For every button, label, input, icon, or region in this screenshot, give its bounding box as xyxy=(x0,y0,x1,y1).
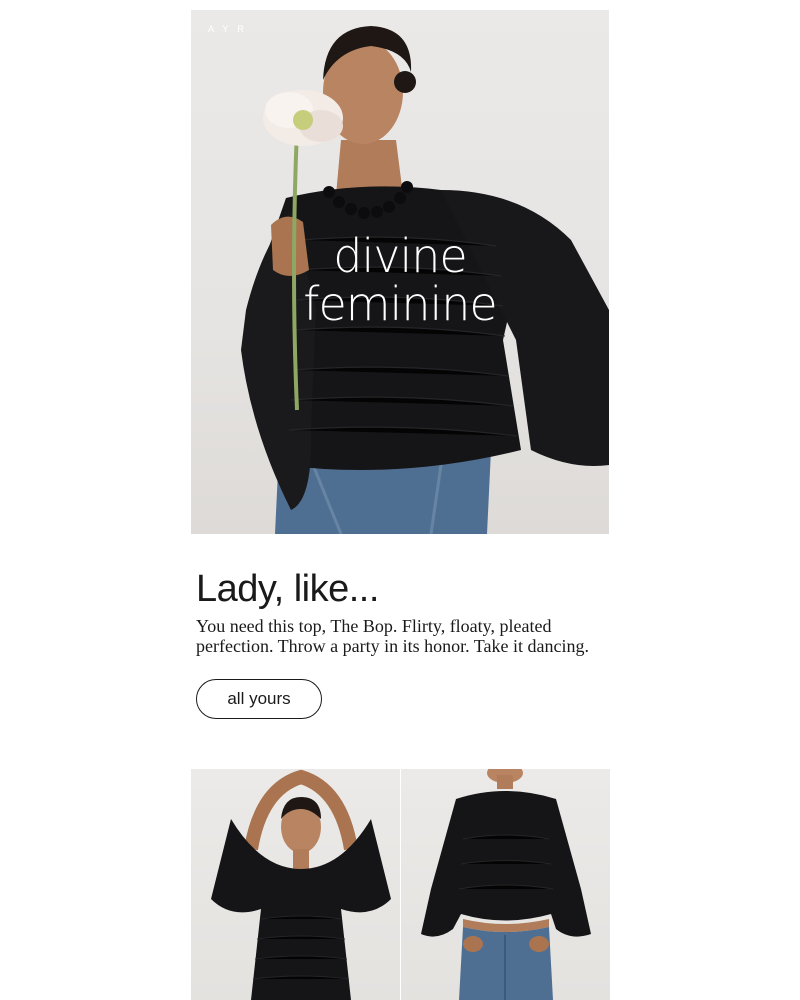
brand-logo: AYR xyxy=(208,24,253,34)
hero-image[interactable]: AYR divine feminine xyxy=(191,10,609,534)
product-image-left[interactable] xyxy=(191,769,400,1000)
product-photo-with-jeans xyxy=(421,769,591,1000)
product-photo-arms-raised xyxy=(211,769,391,1000)
hero-headline-line2: feminine xyxy=(303,277,497,331)
section-heading: Lady, like... xyxy=(196,568,379,610)
hero-headline-line1: divine xyxy=(333,229,467,283)
section-body-text: You need this top, The Bop. Flirty, floa… xyxy=(196,616,589,656)
all-yours-button[interactable]: all yours xyxy=(196,679,322,719)
product-image-right[interactable] xyxy=(401,769,610,1000)
hero-headline: divine feminine xyxy=(191,232,609,328)
